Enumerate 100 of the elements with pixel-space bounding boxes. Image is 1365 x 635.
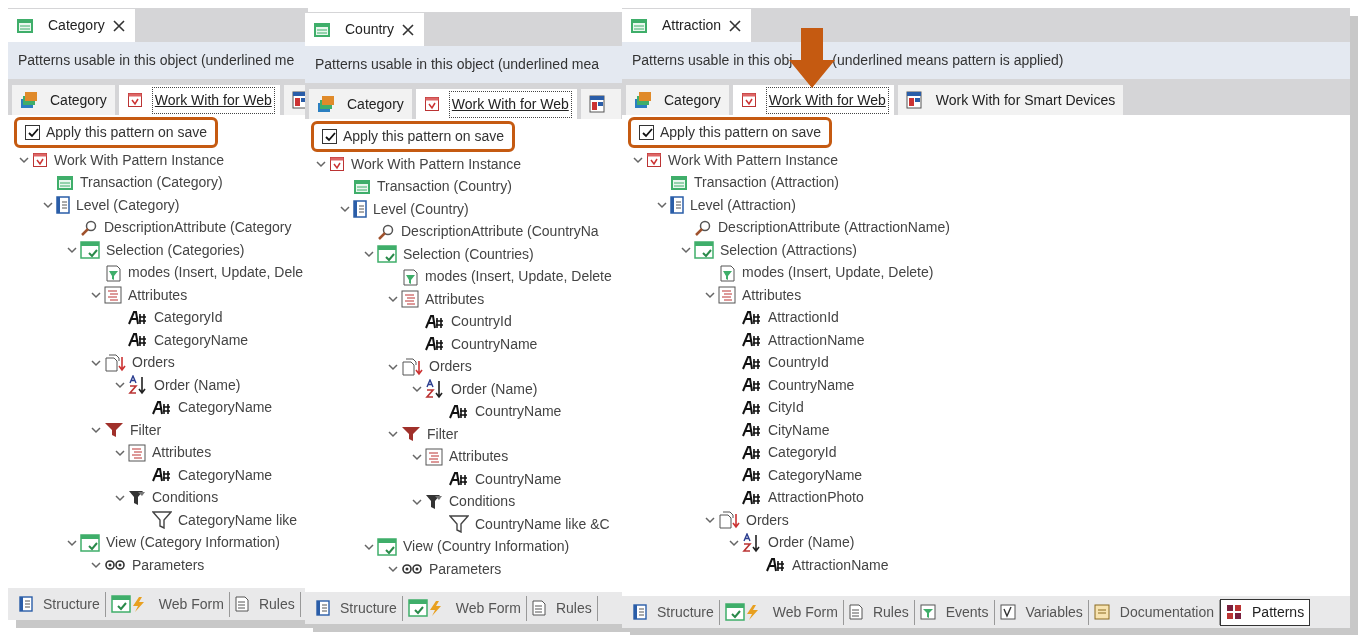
tree-item[interactable]: Parameters (132, 554, 205, 576)
tree-item[interactable]: Level (Category) (76, 194, 180, 216)
editor-tab[interactable]: Structure (14, 591, 106, 617)
editor-tab[interactable]: Documentation (1088, 599, 1220, 625)
tree-item[interactable]: Transaction (Country) (377, 176, 512, 198)
attribute-icon (449, 404, 469, 419)
tree-item[interactable]: View (Category Information) (106, 532, 281, 554)
tree-item[interactable]: Order (Name) (451, 378, 538, 400)
tree-item[interactable]: Level (Attraction) (690, 194, 796, 216)
tree-item[interactable]: Attributes (742, 284, 802, 306)
editor-tab[interactable]: Rules (526, 595, 598, 621)
close-icon[interactable] (402, 24, 415, 37)
tree-item[interactable]: Order (Name) (154, 374, 241, 396)
tree-item[interactable]: CountryName like &C (475, 513, 610, 535)
tree-item[interactable]: Conditions (152, 487, 219, 509)
info-text: Patterns usable in this obj (632, 51, 793, 70)
editor-tab[interactable]: Variables (994, 599, 1089, 625)
document-icon (423, 96, 440, 112)
pattern-tab[interactable]: Category (626, 85, 729, 115)
tree-item[interactable]: DescriptionAttribute (CountryNa (401, 221, 599, 243)
tree-item[interactable]: Filter (130, 419, 162, 441)
editor-tab[interactable]: Rules (229, 591, 301, 617)
tree-item[interactable]: AttractionPhoto (768, 487, 864, 509)
tree-item[interactable]: modes (Insert, Update, Delete) (742, 262, 934, 284)
tree-item[interactable]: CityId (768, 397, 804, 419)
close-icon[interactable] (729, 20, 742, 33)
table-icon (630, 17, 648, 34)
editor-tab[interactable]: Rules (843, 599, 915, 625)
editor-tab[interactable]: Patterns (1220, 598, 1311, 626)
tree-item[interactable]: Parameters (429, 558, 502, 580)
tree-item[interactable]: CountryId (768, 352, 829, 374)
pattern-tab[interactable]: Work With for Web (118, 85, 280, 115)
tree-item[interactable]: Conditions (449, 491, 516, 513)
tree-item[interactable]: CountryName (475, 468, 562, 490)
editor-tab[interactable]: Structure (311, 595, 403, 621)
tree-item[interactable]: CategoryId (154, 307, 223, 329)
document-tab[interactable]: Country (305, 13, 425, 46)
tree-item[interactable]: Transaction (Attraction) (694, 172, 839, 194)
pattern-tab[interactable]: Work With for Smart Devices (897, 85, 1124, 115)
tree-item[interactable]: CountryId (451, 311, 512, 333)
tree-item[interactable]: Orders (746, 509, 789, 531)
window-check-icon (694, 241, 714, 260)
checkbox[interactable] (639, 125, 654, 140)
editor-tab[interactable]: Web Form (105, 591, 230, 617)
tree-item[interactable]: CountryName (451, 333, 538, 355)
table-icon (313, 21, 331, 38)
tree-item[interactable]: CountryName (475, 401, 562, 423)
editor-tab[interactable]: Web Form (402, 595, 527, 621)
sort-icon (425, 379, 445, 400)
tree-item[interactable]: CategoryName (768, 464, 863, 486)
tree-item[interactable]: Attributes (449, 446, 509, 468)
tree-item[interactable]: CityName (768, 419, 830, 441)
tree-item[interactable]: Work With Pattern Instance (54, 149, 225, 171)
tree-item[interactable]: CategoryId (768, 442, 837, 464)
window-check-icon (377, 245, 397, 264)
tree-item[interactable]: Work With Pattern Instance (668, 149, 839, 171)
editor-tab[interactable]: Events (914, 599, 995, 625)
search-icon (377, 223, 395, 240)
tree-item[interactable]: Filter (427, 423, 459, 445)
tree-item[interactable]: CategoryName (178, 397, 273, 419)
checkbox[interactable] (25, 125, 40, 140)
checkbox-label: Apply this pattern on save (46, 123, 208, 142)
tree-item[interactable]: Work With Pattern Instance (351, 153, 522, 175)
checkbox[interactable] (322, 129, 337, 144)
tree-item[interactable]: Orders (429, 356, 472, 378)
document-icon (329, 156, 345, 173)
tree-item[interactable]: AttractionName (792, 554, 889, 576)
tree-item[interactable]: DescriptionAttribute (AttractionName) (718, 217, 950, 239)
tree-item[interactable]: AttractionId (768, 307, 839, 329)
tree-item[interactable]: Selection (Attractions) (720, 239, 857, 261)
tree-item[interactable]: CountryName (768, 374, 855, 396)
editor-tab[interactable]: Web Form (719, 599, 844, 625)
tree-item[interactable]: Attributes (128, 284, 188, 306)
tree-item[interactable]: CategoryName (178, 464, 273, 486)
pattern-tab[interactable]: Category (309, 89, 412, 119)
tree-item[interactable]: Transaction (Category) (80, 172, 223, 194)
pattern-tab[interactable]: Work With for Web (415, 89, 577, 119)
pattern-tab[interactable] (580, 89, 621, 119)
tree-item[interactable]: View (Country Information) (403, 536, 570, 558)
tree-item[interactable]: modes (Insert, Update, Dele (128, 262, 304, 284)
tree-item[interactable]: Level (Country) (373, 198, 469, 220)
tree-item[interactable]: modes (Insert, Update, Delete (425, 266, 612, 288)
tree-item[interactable]: Order (Name) (768, 532, 855, 554)
list-document-icon (128, 443, 146, 462)
editor-tab[interactable]: Structure (628, 599, 720, 625)
tree-item[interactable]: Attributes (425, 288, 485, 310)
pattern-tab[interactable]: Category (12, 85, 115, 115)
tree-item[interactable]: AttractionName (768, 329, 865, 351)
tree-item[interactable]: Attributes (152, 442, 212, 464)
funnel-icon (128, 488, 146, 507)
tree-item[interactable]: CategoryName (154, 329, 249, 351)
tree-item[interactable]: Selection (Countries) (403, 243, 534, 265)
tree-item[interactable]: Orders (132, 352, 175, 374)
tree-item[interactable]: CategoryName like (178, 509, 298, 531)
tree-item[interactable]: Selection (Categories) (106, 239, 245, 261)
document-tab[interactable]: Category (8, 9, 135, 42)
tree-item[interactable]: DescriptionAttribute (Category (104, 217, 292, 239)
document-tab[interactable]: Attraction (622, 9, 752, 42)
close-icon[interactable] (112, 20, 125, 33)
pattern-tab[interactable]: Work With for Web (732, 85, 894, 115)
